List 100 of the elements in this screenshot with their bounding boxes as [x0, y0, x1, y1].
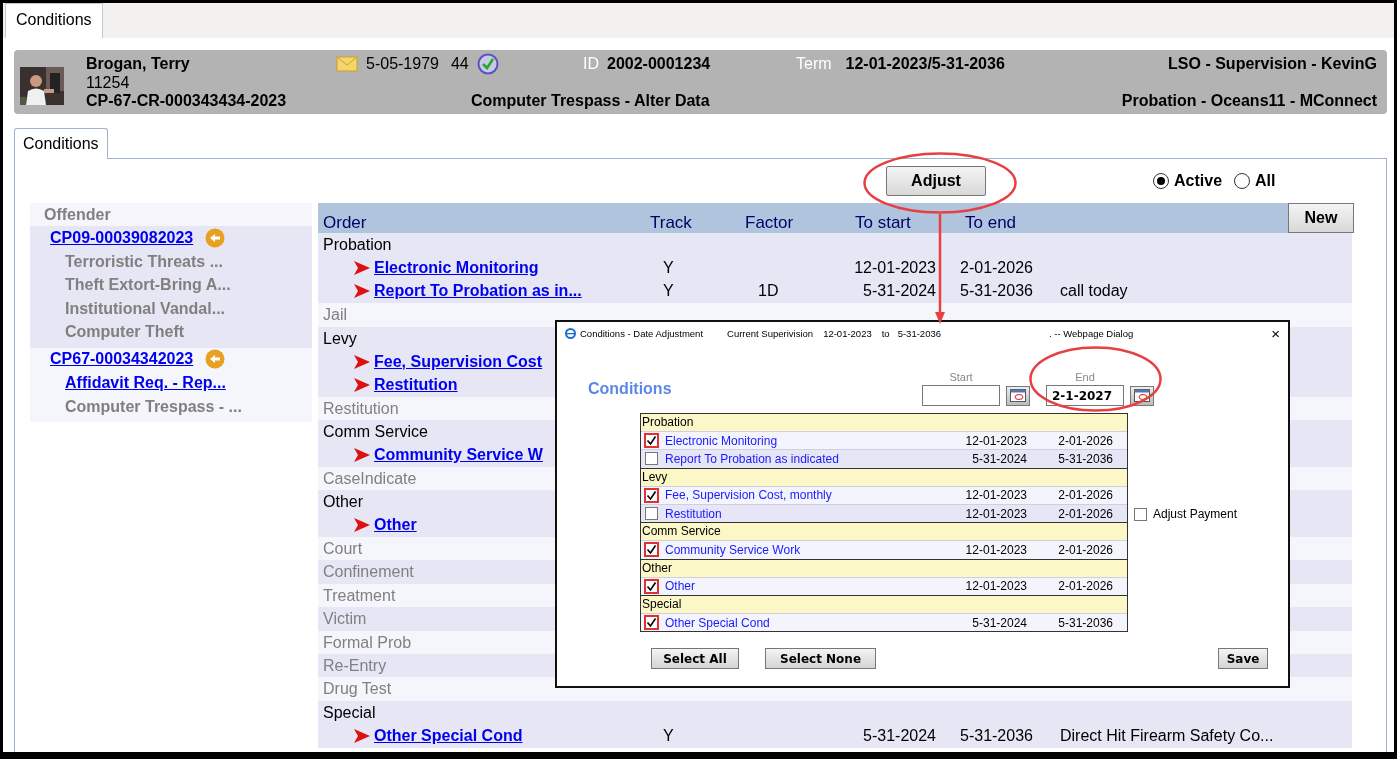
column-header: To start	[854, 213, 912, 233]
checkbox-label: Adjust Payment	[1153, 507, 1238, 521]
close-button[interactable]: ×	[1269, 324, 1282, 342]
case-link[interactable]: CP09-00039082023	[50, 228, 194, 247]
table-cell: call today	[1060, 282, 1128, 300]
order-link[interactable]: Restitution	[374, 376, 458, 395]
pointer-arrow-icon	[354, 261, 370, 276]
field-label: Start	[948, 371, 974, 383]
table-cell-text: 2-01-2026	[1057, 579, 1114, 594]
charge-text: Institutional Vandal...	[64, 298, 226, 319]
end-date-field[interactable]: 2-1-2027	[1046, 385, 1124, 406]
column-header: Factor	[744, 213, 795, 233]
condition-name: Community Service Work	[665, 542, 802, 557]
new-button[interactable]: New	[1288, 203, 1354, 233]
table-cell-text: 5-31-2036	[1057, 451, 1114, 466]
condition-name: Other Special Cond	[665, 615, 771, 630]
table-cell-text: 2-01-2026	[1057, 433, 1114, 448]
order-link[interactable]: Community Service W	[374, 446, 543, 465]
save-button[interactable]: Save	[1218, 648, 1268, 670]
table-cell-text: 2-01-2026	[1057, 542, 1114, 557]
table-cell: 1D	[758, 282, 779, 300]
term-label: Term	[796, 55, 832, 73]
group-label: Court	[323, 540, 363, 558]
order-link[interactable]: Other	[374, 516, 417, 535]
offense-text: Computer Trespass - Alter Data	[471, 92, 711, 110]
adjust-button[interactable]: Adjust	[886, 166, 986, 196]
panel-heading: Offender	[30, 203, 312, 226]
group-row: Probation	[641, 413, 1127, 432]
charge-text: Computer Theft	[64, 322, 186, 342]
pointer-arrow-icon	[354, 284, 370, 299]
group-label: Re-Entry	[323, 657, 387, 675]
order-link[interactable]: Fee, Supervision Cost	[374, 352, 543, 371]
group-label: Restitution	[323, 399, 399, 417]
column-header: Track	[649, 213, 693, 233]
group-label: Special	[323, 703, 376, 721]
group-label: Levy	[323, 329, 357, 347]
condition-name: Fee, Supervision Cost, monthly	[665, 488, 833, 503]
case-number: CP-67-CR-000343434-2023	[86, 92, 288, 110]
tab[interactable]: Conditions	[14, 128, 108, 159]
table-cell: 12-01-2023	[854, 259, 936, 277]
offender-name: Brogan, Terry	[86, 55, 191, 73]
term-value: 12-01-2023/5-31-2036	[845, 55, 1005, 73]
order-link[interactable]: Electronic Monitoring	[374, 259, 539, 278]
table-cell-text: 12-01-2023	[964, 542, 1028, 557]
group-label: Comm Service	[323, 423, 428, 441]
dialog-title-date: 5-31-2036	[897, 327, 941, 339]
table-cell-text: 5-31-2024	[971, 451, 1028, 466]
charge-link[interactable]: Affidavit Req. - Rep...	[65, 374, 226, 391]
checkbox[interactable]	[644, 487, 659, 503]
office-text: LSO - Supervision - KevinG	[1168, 55, 1377, 73]
group-label: CaseIndicate	[323, 469, 417, 487]
table-cell: Y	[663, 726, 674, 744]
group-label: Probation	[323, 236, 392, 253]
pointer-arrow-icon	[354, 354, 370, 369]
filter-radio[interactable]: Active	[1153, 172, 1223, 190]
table-cell-text: 12-01-2023	[964, 579, 1028, 594]
table-cell: 5-31-2024	[863, 726, 936, 744]
filter-radio[interactable]: All	[1234, 172, 1276, 190]
table-cell-text: 5-31-2024	[971, 615, 1028, 630]
order-link[interactable]: Report To Probation as in...	[374, 282, 582, 301]
id-value: 2002-0001234	[607, 55, 711, 73]
select-none-button[interactable]: Select None	[765, 648, 876, 670]
calendar-button[interactable]	[1006, 385, 1030, 406]
checkbox[interactable]	[1134, 507, 1147, 521]
table-cell-text: 12-01-2023	[964, 506, 1028, 521]
select-all-button[interactable]: Select All	[651, 648, 739, 670]
case-link[interactable]: CP67-00034342023	[50, 350, 194, 369]
table-cell-text: 2-01-2026	[1057, 488, 1114, 503]
condition-name: Report To Probation as indicated	[665, 451, 840, 466]
dialog-title-text: . -- Webpage Dialog	[1049, 327, 1134, 339]
pointer-arrow-icon	[354, 378, 370, 393]
charge-text: Terroristic Threats ...	[64, 251, 224, 272]
table-cell: 2-01-2026	[960, 259, 1033, 277]
group-label: Other	[323, 493, 363, 511]
group-label: Formal Prob	[323, 633, 412, 651]
group-label: Treatment	[323, 586, 396, 604]
condition-name: Restitution	[665, 506, 723, 521]
checkbox[interactable]	[645, 452, 658, 466]
table-cell: 5-31-2024	[863, 282, 936, 300]
order-link[interactable]: Other Special Cond	[374, 726, 523, 745]
birth-date: 5-05-1979	[366, 55, 439, 73]
checkbox[interactable]	[644, 542, 659, 558]
table-cell: Direct Hit Firearm Safety Co...	[1060, 726, 1274, 744]
checkbox[interactable]	[644, 615, 659, 631]
group-row: Comm Service	[641, 522, 1127, 541]
pointer-arrow-icon	[354, 448, 370, 463]
checkbox[interactable]	[645, 507, 658, 521]
age: 44	[450, 55, 469, 73]
program-text: Probation - Oceans11 - MConnect	[1121, 92, 1377, 110]
table-cell: Y	[663, 259, 674, 277]
offender-number: 11254	[86, 73, 131, 92]
checkbox[interactable]	[644, 578, 659, 594]
tab[interactable]: Conditions	[5, 3, 103, 38]
browser-icon	[565, 327, 576, 339]
table-cell: 5-31-2036	[960, 726, 1033, 744]
table-cell-text: 12-01-2023	[964, 488, 1028, 503]
envelope-icon	[336, 56, 358, 72]
checkbox[interactable]	[644, 433, 659, 449]
start-date-field[interactable]	[922, 385, 1000, 406]
check-circle-icon	[476, 53, 499, 75]
